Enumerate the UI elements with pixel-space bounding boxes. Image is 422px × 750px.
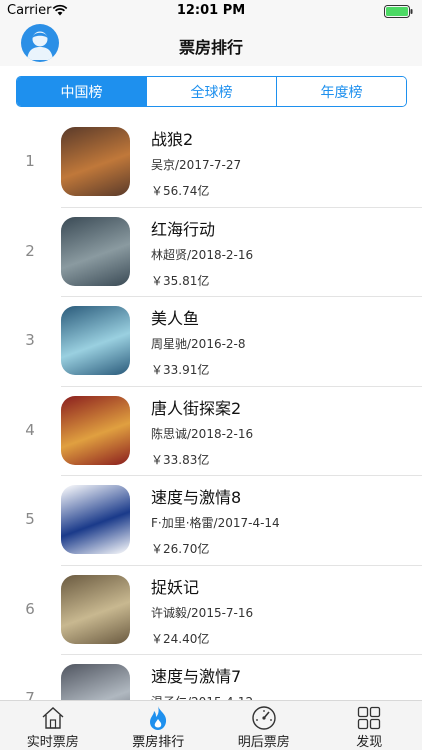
movie-box-office: ￥24.40亿	[151, 631, 210, 646]
flame-icon	[150, 706, 167, 730]
movie-title: 美人鱼	[151, 309, 200, 328]
movie-title: 唐人街探案2	[151, 398, 242, 418]
movie-box-office: ￥56.74亿	[151, 184, 210, 198]
movie-row-6[interactable]: 6 捉妖记 许诚毅/2015-7-16 ￥24.40亿	[0, 566, 422, 655]
movie-row-3[interactable]: 3 美人鱼 周星驰/2016-2-8 ￥33.91亿	[0, 297, 422, 387]
tab-bar: 实时票房 票房排行 明后票房 发现	[0, 700, 422, 750]
movie-row-2[interactable]: 2 红海行动 林超贤/2018-2-16 ￥35.81亿	[0, 208, 422, 297]
tab-label: 明后票房	[237, 735, 290, 750]
status-bar: Carrier 12:01 PM	[0, 0, 422, 22]
movie-director-date: 林超贤/2018-2-16	[151, 247, 254, 262]
movie-poster	[61, 127, 130, 196]
movie-box-office: ￥33.83亿	[151, 452, 210, 467]
movie-director-date: 吴京/2017-7-27	[151, 158, 242, 172]
tab-discover[interactable]: 发现	[317, 701, 422, 750]
movie-box-office: ￥33.91亿	[151, 363, 210, 377]
rank-number: 5	[25, 510, 35, 528]
home-icon	[42, 707, 64, 729]
tab-label: 发现	[356, 735, 383, 750]
movie-row-5[interactable]: 5 速度与激情8 F·加里·格雷/2017-4-14 ￥26.70亿	[0, 476, 422, 566]
tab-label: 实时票房	[26, 735, 79, 750]
gauge-icon	[252, 706, 276, 730]
movie-ranking-list: 1 战狼2 吴京/2017-7-27 ￥56.74亿 2 红海行动 林超贤/20…	[0, 118, 422, 745]
movie-director-date: 陈思诚/2018-2-16	[151, 426, 254, 441]
tab-label: 票房排行	[132, 735, 185, 750]
movie-title: 战狼2	[151, 130, 194, 149]
segment-china[interactable]: 中国榜	[17, 77, 146, 106]
movie-poster	[61, 306, 130, 375]
page-title: 票房排行	[178, 38, 243, 57]
movie-director-date: 许诚毅/2015-7-16	[151, 605, 254, 620]
rank-number: 2	[25, 241, 35, 260]
movie-row-4[interactable]: 4 唐人街探案2 陈思诚/2018-2-16 ￥33.83亿	[0, 387, 422, 476]
movie-poster	[61, 216, 130, 286]
ranking-segmented-control: 中国榜 全球榜 年度榜	[16, 76, 407, 107]
movie-title: 速度与激情8	[151, 488, 242, 507]
movie-director-date: F·加里·格雷/2017-4-14	[151, 516, 280, 530]
movie-poster	[61, 574, 130, 644]
movie-title: 速度与激情7	[151, 667, 242, 686]
movie-poster	[61, 485, 130, 554]
segment-annual[interactable]: 年度榜	[276, 77, 406, 106]
rank-number: 4	[25, 420, 35, 439]
clock-time: 12:01 PM	[176, 3, 246, 18]
tab-box-office-ranking[interactable]: 票房排行	[106, 701, 212, 750]
battery-icon	[384, 5, 413, 18]
movie-box-office: ￥26.70亿	[151, 542, 210, 556]
movie-title: 红海行动	[151, 219, 216, 239]
movie-title: 捉妖记	[151, 577, 200, 597]
tab-realtime-box-office[interactable]: 实时票房	[0, 701, 106, 750]
segment-global[interactable]: 全球榜	[146, 77, 276, 106]
grid-icon	[358, 706, 381, 730]
movie-director-date: 周星驰/2016-2-8	[151, 337, 246, 351]
movie-box-office: ￥35.81亿	[151, 273, 210, 288]
navigation-bar: 票房排行	[0, 22, 422, 66]
movie-row-1[interactable]: 1 战狼2 吴京/2017-7-27 ￥56.74亿	[0, 118, 422, 208]
tab-upcoming-box-office[interactable]: 明后票房	[211, 701, 317, 750]
rank-number: 1	[25, 152, 35, 170]
movie-poster	[61, 395, 130, 465]
rank-number: 6	[25, 599, 35, 618]
rank-number: 3	[25, 331, 35, 349]
